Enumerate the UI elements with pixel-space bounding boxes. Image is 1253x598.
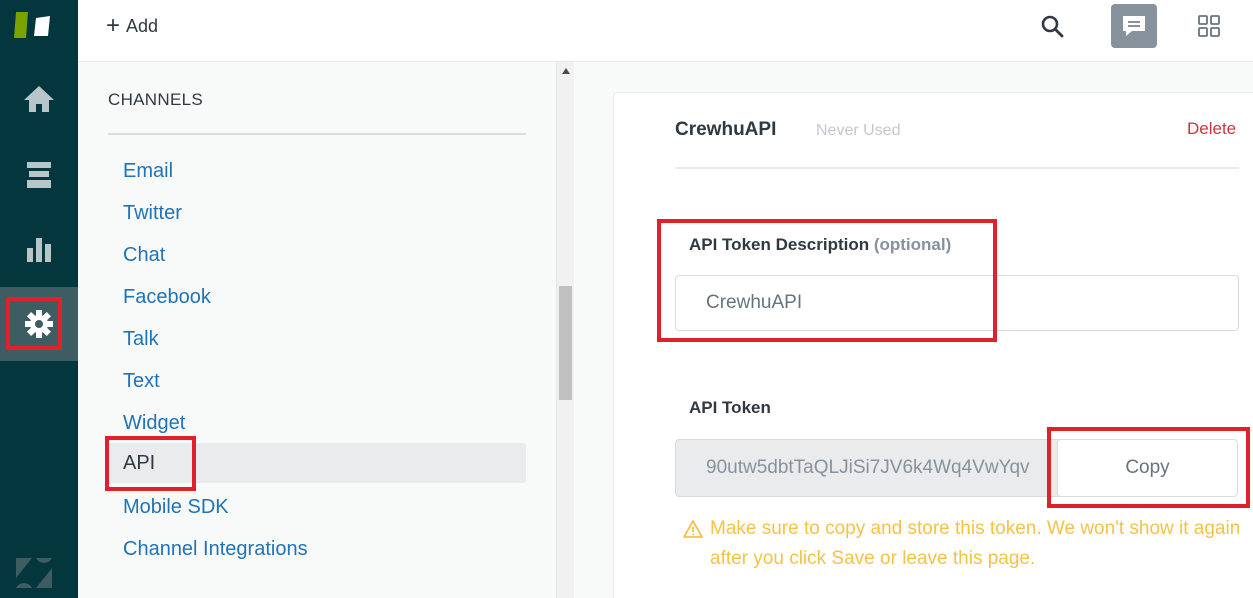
channel-item-talk[interactable]: Talk xyxy=(108,319,526,359)
description-optional-text: (optional) xyxy=(873,235,952,254)
channels-divider xyxy=(108,133,526,135)
product-rail xyxy=(0,0,78,598)
api-token-label: API Token xyxy=(689,398,771,417)
copy-label: Copy xyxy=(1125,457,1170,478)
copy-token-button[interactable]: Copy xyxy=(1057,439,1238,497)
scroll-up-arrow-icon[interactable] xyxy=(562,68,570,74)
warning-text: Make sure to copy and store this token. … xyxy=(710,518,1241,569)
channel-item-twitter[interactable]: Twitter xyxy=(108,193,526,233)
admin-gear-icon[interactable] xyxy=(0,287,78,361)
card-divider xyxy=(675,167,1239,169)
add-button[interactable]: + Add xyxy=(106,14,158,38)
channel-item-channel-integrations[interactable]: Channel Integrations xyxy=(108,529,526,569)
plus-icon: + xyxy=(106,12,121,39)
channels-sidebar: CHANNELS Email Twitter Chat Facebook Tal… xyxy=(78,62,556,598)
delete-token-link[interactable]: Delete xyxy=(1187,119,1236,139)
zendesk-product-logo-icon[interactable] xyxy=(14,10,54,40)
search-icon[interactable] xyxy=(1029,4,1075,48)
top-bar: + Add xyxy=(78,0,1253,62)
scrollbar-thumb[interactable] xyxy=(559,286,572,400)
channel-item-chat[interactable]: Chat xyxy=(108,235,526,275)
conversations-icon[interactable] xyxy=(1111,4,1157,48)
token-name: CrewhuAPI xyxy=(675,119,777,140)
reporting-icon[interactable] xyxy=(0,212,78,286)
warning-triangle-icon xyxy=(683,514,705,574)
description-label-text: API Token Description xyxy=(689,235,870,254)
channel-item-mobile-sdk[interactable]: Mobile SDK xyxy=(108,487,526,527)
add-label: Add xyxy=(126,15,159,36)
zendesk-logo-icon[interactable] xyxy=(14,556,54,590)
token-warning: Make sure to copy and store this token. … xyxy=(683,514,1248,574)
channel-item-text[interactable]: Text xyxy=(108,361,526,401)
token-status: Never Used xyxy=(816,122,901,139)
channels-heading: CHANNELS xyxy=(108,90,203,109)
sidebar-scrollbar[interactable] xyxy=(556,62,574,598)
token-description-input[interactable]: CrewhuAPI xyxy=(675,275,1239,331)
views-icon[interactable] xyxy=(0,138,78,212)
description-label: API Token Description (optional) xyxy=(689,235,951,255)
channel-item-email[interactable]: Email xyxy=(108,151,526,191)
home-icon[interactable] xyxy=(0,62,78,136)
apps-grid-icon[interactable] xyxy=(1186,4,1232,48)
channel-item-widget[interactable]: Widget xyxy=(108,403,526,443)
api-token-field[interactable]: 90utw5dbtTaQLJiSi7JV6k4Wq4VwYqv xyxy=(675,439,1095,497)
channel-item-api[interactable]: API xyxy=(108,443,526,483)
channel-item-facebook[interactable]: Facebook xyxy=(108,277,526,317)
